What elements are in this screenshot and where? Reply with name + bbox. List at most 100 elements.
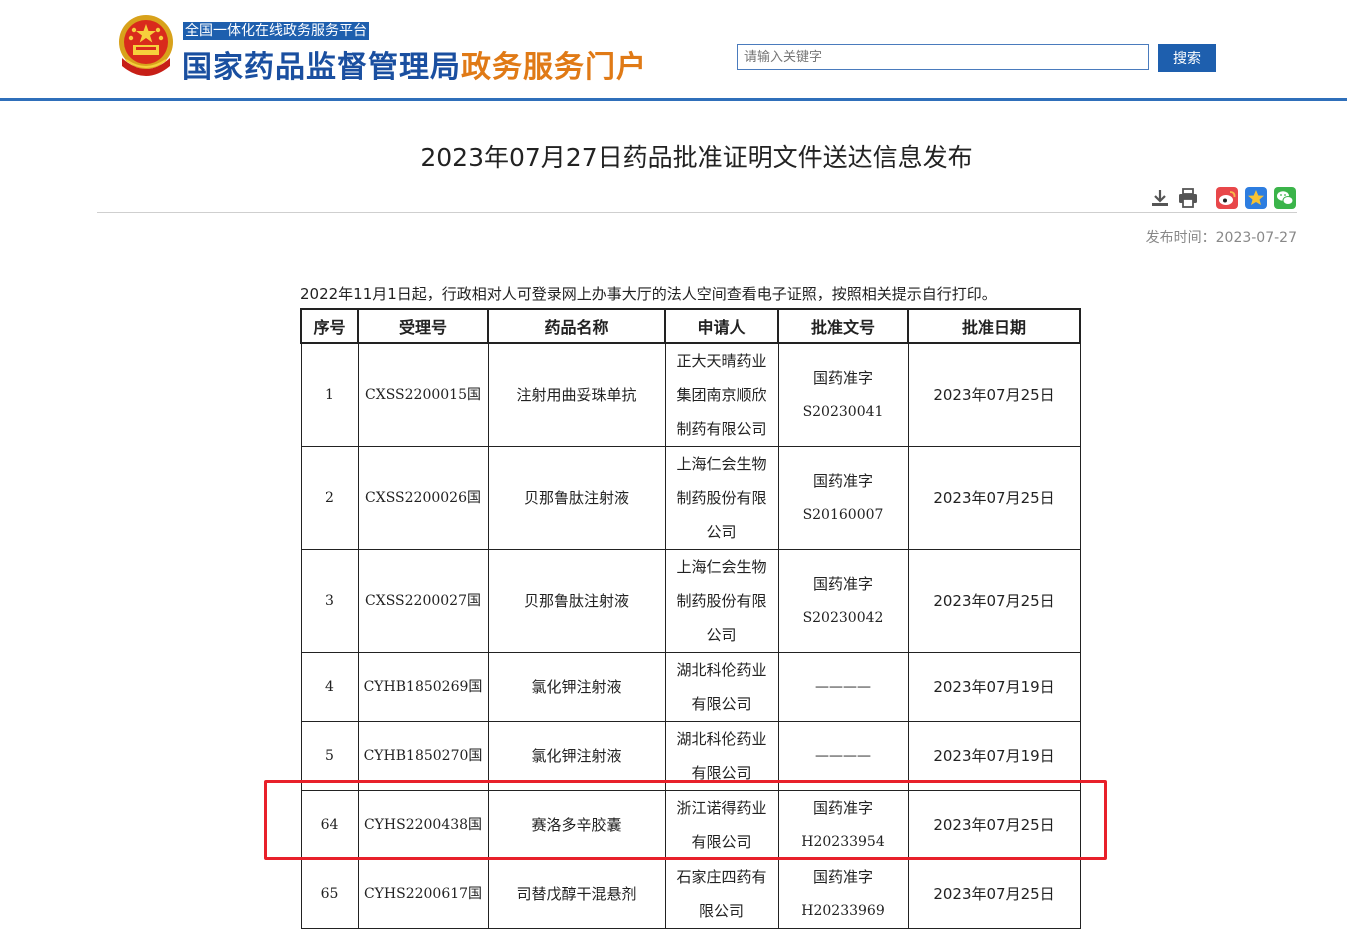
applicant-line: 制药股份有限 <box>676 489 767 507</box>
table-row: 4 CYHB1850269国 氯化钾注射液 湖北科伦药业 有限公司 ———— 2… <box>300 652 1081 722</box>
cell-approval-no: 国药准字 S20160007 <box>777 446 909 550</box>
cell-accept-no: CYHB1850269国 <box>357 652 489 722</box>
approval-line: S20230042 <box>802 610 884 626</box>
cell-applicant: 上海仁会生物 制药股份有限 公司 <box>664 446 779 550</box>
cell-applicant: 上海仁会生物 制药股份有限 公司 <box>664 549 779 653</box>
applicant-line: 制药有限公司 <box>676 420 767 438</box>
table-row-highlighted: 64 CYHS2200438国 赛洛多辛胶囊 浙江诺得药业 有限公司 国药准字 … <box>300 790 1081 860</box>
applicant-line: 湖北科伦药业 <box>676 661 767 679</box>
applicant-line: 公司 <box>706 523 737 541</box>
cell-approval-no: ———— <box>777 721 909 791</box>
applicant-line: 限公司 <box>698 902 744 920</box>
header-no: 序号 <box>300 308 359 344</box>
search-button[interactable]: 搜索 <box>1158 44 1216 72</box>
cell-drug-name: 注射用曲妥珠单抗 <box>487 342 666 447</box>
cell-accept-no: CXSS2200026国 <box>357 446 489 550</box>
cell-approval-no: 国药准字 H20233954 <box>777 790 909 860</box>
cell-approval-date: 2023年07月25日 <box>907 859 1081 929</box>
cell-drug-name: 赛洛多辛胶囊 <box>487 790 666 860</box>
approval-line: 国药准字 <box>812 868 873 886</box>
cell-drug-name: 氯化钾注射液 <box>487 721 666 791</box>
header-applicant: 申请人 <box>664 308 779 344</box>
page-title: 2023年07月27日药品批准证明文件送达信息发布 <box>420 143 973 172</box>
table-row: 2 CXSS2200026国 贝那鲁肽注射液 上海仁会生物 制药股份有限 公司 … <box>300 446 1081 550</box>
weibo-icon[interactable] <box>1216 187 1238 209</box>
applicant-line: 有限公司 <box>691 833 752 851</box>
cell-approval-no: 国药准字 H20233969 <box>777 859 909 929</box>
site-brand[interactable]: 国家药品监督管理局政务服务门户 <box>182 42 647 86</box>
cell-applicant: 浙江诺得药业 有限公司 <box>664 790 779 860</box>
cell-drug-name: 氯化钾注射液 <box>487 652 666 722</box>
publish-label: 发布时间： <box>1145 230 1216 246</box>
applicant-line: 有限公司 <box>691 764 752 782</box>
cell-approval-date: 2023年07月25日 <box>907 549 1081 653</box>
approval-table: 序号 受理号 药品名称 申请人 批准文号 批准日期 1 CXSS2200015国… <box>300 308 1081 929</box>
header-accept-no: 受理号 <box>357 308 489 344</box>
cell-no: 64 <box>300 790 359 860</box>
approval-line: S20230041 <box>802 404 884 420</box>
approval-line: S20160007 <box>802 507 884 523</box>
table-row: 3 CXSS2200027国 贝那鲁肽注射液 上海仁会生物 制药股份有限 公司 … <box>300 549 1081 653</box>
approval-line: H20233954 <box>801 834 885 850</box>
search-input[interactable] <box>737 44 1149 70</box>
cell-drug-name: 贝那鲁肽注射液 <box>487 446 666 550</box>
cell-no: 65 <box>300 859 359 929</box>
favorite-icon[interactable] <box>1245 187 1267 209</box>
cell-accept-no: CYHS2200617国 <box>357 859 489 929</box>
cell-drug-name: 司替戊醇干混悬剂 <box>487 859 666 929</box>
applicant-line: 集团南京顺欣 <box>676 386 767 404</box>
cell-applicant: 湖北科伦药业 有限公司 <box>664 652 779 722</box>
applicant-line: 湖北科伦药业 <box>676 730 767 748</box>
approval-line: 国药准字 <box>812 472 873 490</box>
cell-approval-date: 2023年07月19日 <box>907 652 1081 722</box>
cell-no: 4 <box>300 652 359 722</box>
national-emblem-icon <box>119 15 173 76</box>
publish-time: 发布时间：2023-07-27 <box>1146 227 1297 247</box>
cell-accept-no: CYHB1850270国 <box>357 721 489 791</box>
applicant-line: 石家庄四药有 <box>676 868 767 886</box>
applicant-line: 正大天晴药业 <box>676 352 767 370</box>
cell-approval-no: 国药准字 S20230042 <box>777 549 909 653</box>
cell-drug-name: 贝那鲁肽注射液 <box>487 549 666 653</box>
cell-approval-date: 2023年07月25日 <box>907 446 1081 550</box>
approval-line: 国药准字 <box>812 369 873 387</box>
cell-accept-no: CXSS2200015国 <box>357 342 489 447</box>
approval-line: H20233969 <box>801 903 885 919</box>
header-drug-name: 药品名称 <box>487 308 666 344</box>
download-icon[interactable] <box>1149 187 1171 209</box>
cell-approval-no: ———— <box>777 652 909 722</box>
intro-text: 2022年11月1日起，行政相对人可登录网上办事大厅的法人空间查看电子证照，按照… <box>300 285 997 303</box>
publish-date: 2023-07-27 <box>1215 230 1297 246</box>
table-row: 1 CXSS2200015国 注射用曲妥珠单抗 正大天晴药业 集团南京顺欣 制药… <box>300 342 1081 447</box>
print-icon[interactable] <box>1177 187 1199 209</box>
wechat-icon[interactable] <box>1274 187 1296 209</box>
applicant-line: 公司 <box>706 626 737 644</box>
cell-applicant: 正大天晴药业 集团南京顺欣 制药有限公司 <box>664 342 779 447</box>
cell-no: 5 <box>300 721 359 791</box>
cell-applicant: 湖北科伦药业 有限公司 <box>664 721 779 791</box>
applicant-line: 制药股份有限 <box>676 592 767 610</box>
brand-main: 国家药品监督管理局 <box>182 50 461 85</box>
approval-line: 国药准字 <box>812 575 873 593</box>
approval-line: 国药准字 <box>812 799 873 817</box>
brand-sub: 政务服务门户 <box>461 50 647 85</box>
cell-accept-no: CYHS2200438国 <box>357 790 489 860</box>
cell-approval-date: 2023年07月19日 <box>907 721 1081 791</box>
cell-applicant: 石家庄四药有 限公司 <box>664 859 779 929</box>
applicant-line: 上海仁会生物 <box>676 455 767 473</box>
table-header-row: 序号 受理号 药品名称 申请人 批准文号 批准日期 <box>300 308 1081 344</box>
header-divider <box>0 98 1347 101</box>
applicant-line: 有限公司 <box>691 695 752 713</box>
title-divider <box>97 212 1297 213</box>
applicant-line: 浙江诺得药业 <box>676 799 767 817</box>
cell-accept-no: CXSS2200027国 <box>357 549 489 653</box>
applicant-line: 上海仁会生物 <box>676 558 767 576</box>
cell-no: 3 <box>300 549 359 653</box>
site-header: 全国一体化在线政务服务平台 国家药品监督管理局政务服务门户 搜索 <box>0 0 1347 101</box>
header-approval-no: 批准文号 <box>777 308 909 344</box>
cell-no: 1 <box>300 342 359 447</box>
platform-tag[interactable]: 全国一体化在线政务服务平台 <box>183 22 369 40</box>
cell-approval-date: 2023年07月25日 <box>907 790 1081 860</box>
cell-approval-date: 2023年07月25日 <box>907 342 1081 447</box>
cell-no: 2 <box>300 446 359 550</box>
